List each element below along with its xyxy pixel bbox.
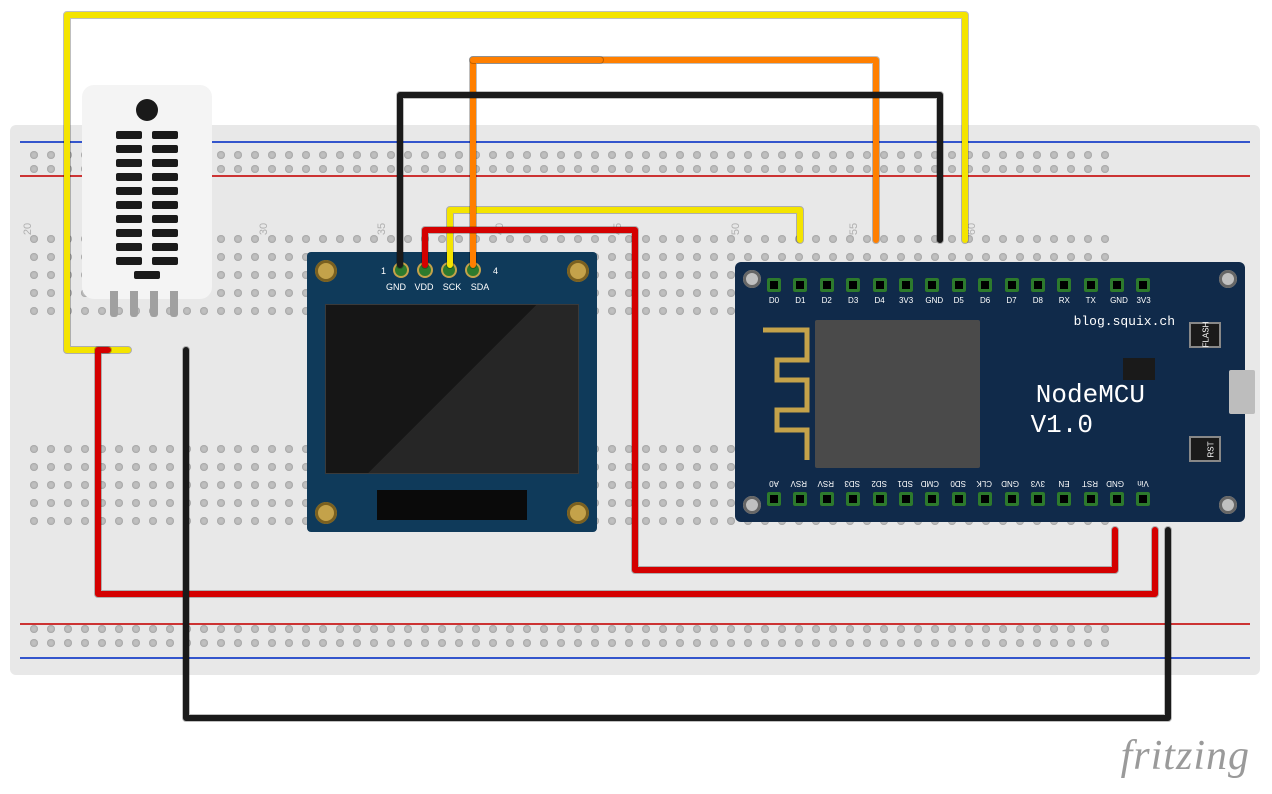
rst-button-label: RST [1207,442,1216,458]
dht22-sensor [82,85,212,299]
mounting-hole-icon [567,260,589,282]
dht-grille [99,131,195,279]
usb-port-icon [1229,370,1255,414]
oled-display: 1 4 GND VDD SCK SDA [307,252,597,532]
mounting-hole-icon [567,502,589,524]
oled-pin-sda [467,264,479,276]
oled-pin-labels: GND VDD SCK SDA [385,282,491,292]
dht-sensor-window [136,99,158,121]
oled-screen [325,304,579,474]
oled-pin-vdd [419,264,431,276]
oled-pin-sck [443,264,455,276]
fritzing-diagram: 20 25 30 35 40 45 50 55 60 [0,0,1272,794]
mounting-hole-icon [1219,270,1237,288]
mounting-hole-icon [743,496,761,514]
col-num: 60 [966,223,978,235]
mcu-labels-bot: A0RSVRSV SD3SD2SD1 CMDSD0CLK GND3V3EN RS… [767,479,1150,488]
col-num: 40 [494,223,506,235]
tie-row [30,625,1240,635]
mounting-hole-icon [315,260,337,282]
oled-ribbon [377,490,527,520]
mcu-url-label: blog.squix.ch [1074,314,1175,329]
mcu-pinrow-bot [767,492,1150,506]
wifi-antenna-icon [757,320,813,468]
oled-pin-num-right: 4 [493,266,498,276]
col-num: 30 [258,223,270,235]
tie-row [30,639,1240,649]
mcu-pinrow-top [767,278,1150,292]
col-num: 55 [848,223,860,235]
usb-serial-chip [1123,358,1155,380]
mcu-labels-top: D0D1D2 D3D43V3 GNDD5D6 D7D8RX TXGND3V3 [767,296,1150,305]
mcu-title-1: NodeMCU [1036,380,1145,410]
col-num: 35 [376,223,388,235]
mounting-hole-icon [743,270,761,288]
col-num: 50 [730,223,742,235]
power-rail-bot-neg [20,657,1250,659]
fritzing-logo: fritzing [1121,732,1250,780]
oled-pin-header [395,264,479,276]
oled-pin-num-left: 1 [381,266,386,276]
col-num: 20 [22,223,34,235]
col-num: 45 [612,223,624,235]
mounting-hole-icon [1219,496,1237,514]
mounting-hole-icon [315,502,337,524]
flash-button-label: FLASH [1202,322,1211,348]
nodemcu-board: D0D1D2 D3D43V3 GNDD5D6 D7D8RX TXGND3V3 A… [735,262,1245,522]
esp8266-chip [815,320,980,468]
oled-pin-gnd [395,264,407,276]
dht-pins [110,291,178,317]
mcu-title-2: V1.0 [1031,410,1093,440]
rst-button[interactable] [1189,436,1221,462]
